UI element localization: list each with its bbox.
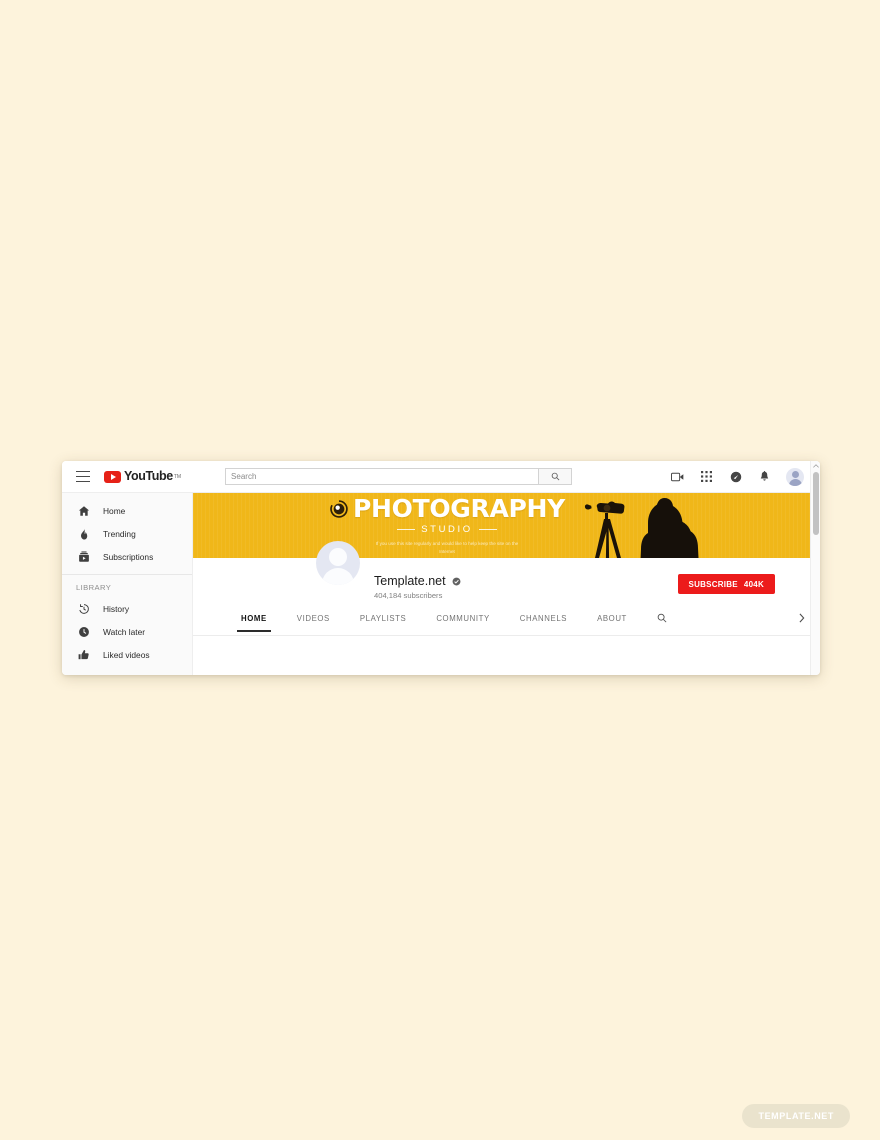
home-icon bbox=[76, 503, 91, 518]
sidebar-item-label: Home bbox=[103, 505, 126, 516]
sidebar-item-liked-videos[interactable]: Liked videos bbox=[62, 643, 192, 666]
scrollbar-thumb[interactable] bbox=[812, 472, 819, 535]
sidebar-library-heading: LIBRARY bbox=[76, 583, 112, 592]
sidebar-item-home[interactable]: Home bbox=[62, 499, 192, 522]
banner-tagline: If you use this site regularly and would… bbox=[375, 541, 519, 554]
tab-videos[interactable]: VIDEOS bbox=[297, 607, 330, 632]
tab-home[interactable]: HOME bbox=[237, 607, 271, 632]
tab-community[interactable]: COMMUNITY bbox=[436, 607, 489, 632]
banner-rule-left bbox=[397, 529, 416, 531]
banner-text-block: PHOTOGRAPHY STUDIO If you use this site … bbox=[193, 493, 643, 558]
history-icon bbox=[76, 601, 91, 616]
channel-search-icon[interactable] bbox=[657, 607, 667, 623]
banner-subtitle-row: STUDIO bbox=[397, 524, 497, 535]
channel-name-row: Template.net bbox=[374, 574, 461, 588]
camera-lens-icon bbox=[330, 500, 348, 518]
search-button[interactable] bbox=[538, 468, 573, 485]
create-video-icon[interactable] bbox=[670, 469, 685, 484]
banner-rule-right bbox=[478, 529, 497, 531]
sidebar-item-history[interactable]: History bbox=[62, 597, 192, 620]
channel-tabs-bar: HOME VIDEOS PLAYLISTS COMMUNITY CHANNELS… bbox=[193, 607, 820, 636]
subscribe-count: 404K bbox=[743, 579, 764, 589]
banner-subtitle: STUDIO bbox=[421, 524, 473, 536]
left-sidebar: Home Trending Subscriptions LIBRARY Hist… bbox=[62, 493, 193, 675]
youtube-channel-window: YouTube TM Search Home Trending Subscrip… bbox=[62, 461, 820, 675]
header-icon-group bbox=[670, 467, 804, 486]
sidebar-item-label: Subscriptions bbox=[103, 551, 154, 562]
youtube-header-bar: YouTube TM bbox=[62, 461, 820, 493]
apps-grid-icon[interactable] bbox=[699, 469, 714, 484]
youtube-play-icon bbox=[104, 470, 121, 483]
sidebar-item-label: Liked videos bbox=[103, 649, 150, 660]
subscriptions-icon bbox=[76, 549, 91, 564]
template-watermark: TEMPLATE.NET bbox=[742, 1104, 850, 1128]
search-bar bbox=[225, 468, 573, 485]
messages-icon[interactable] bbox=[728, 469, 743, 484]
vertical-scrollbar[interactable] bbox=[810, 461, 820, 675]
tab-playlists[interactable]: PLAYLISTS bbox=[360, 607, 406, 632]
youtube-logo-text: YouTube bbox=[124, 469, 173, 484]
banner-title-row: PHOTOGRAPHY bbox=[329, 496, 565, 521]
search-input[interactable] bbox=[225, 468, 539, 485]
photographer-silhouette bbox=[640, 498, 699, 558]
subscriber-count: 404,184 subscribers bbox=[374, 591, 443, 600]
channel-name: Template.net bbox=[374, 574, 446, 588]
channel-meta: Template.net 404,184 subscribers bbox=[374, 574, 461, 600]
tab-about[interactable]: ABOUT bbox=[597, 607, 627, 632]
notifications-bell-icon[interactable] bbox=[757, 469, 772, 484]
flame-icon bbox=[76, 526, 91, 541]
subscribe-button[interactable]: SUBSCRIBE 404K bbox=[677, 574, 775, 594]
sidebar-item-watch-later[interactable]: Watch later bbox=[62, 620, 192, 643]
banner-title: PHOTOGRAPHY bbox=[353, 494, 565, 524]
sidebar-item-label: Trending bbox=[103, 528, 136, 539]
verified-badge-icon bbox=[452, 577, 461, 586]
hamburger-icon[interactable] bbox=[76, 471, 90, 482]
tab-channels[interactable]: CHANNELS bbox=[520, 607, 567, 632]
channel-info-block: Template.net 404,184 subscribers SUBSCRI… bbox=[193, 541, 820, 607]
youtube-logo[interactable]: YouTube TM bbox=[104, 470, 181, 483]
caret-up-icon[interactable] bbox=[811, 461, 820, 470]
sidebar-item-label: Watch later bbox=[103, 626, 146, 637]
subscribe-label: SUBSCRIBE bbox=[688, 579, 738, 589]
clock-icon bbox=[76, 624, 91, 639]
channel-banner: PHOTOGRAPHY STUDIO If you use this site … bbox=[193, 493, 820, 558]
sidebar-item-label: History bbox=[103, 603, 130, 614]
thumbs-up-icon bbox=[76, 647, 91, 662]
channel-avatar[interactable] bbox=[316, 541, 360, 585]
sidebar-item-trending[interactable]: Trending bbox=[62, 522, 192, 545]
sidebar-item-subscriptions[interactable]: Subscriptions bbox=[62, 545, 192, 568]
chevron-right-icon[interactable] bbox=[798, 607, 806, 623]
account-avatar[interactable] bbox=[786, 467, 804, 486]
youtube-logo-tm: TM bbox=[173, 473, 182, 480]
search-icon bbox=[551, 472, 559, 481]
